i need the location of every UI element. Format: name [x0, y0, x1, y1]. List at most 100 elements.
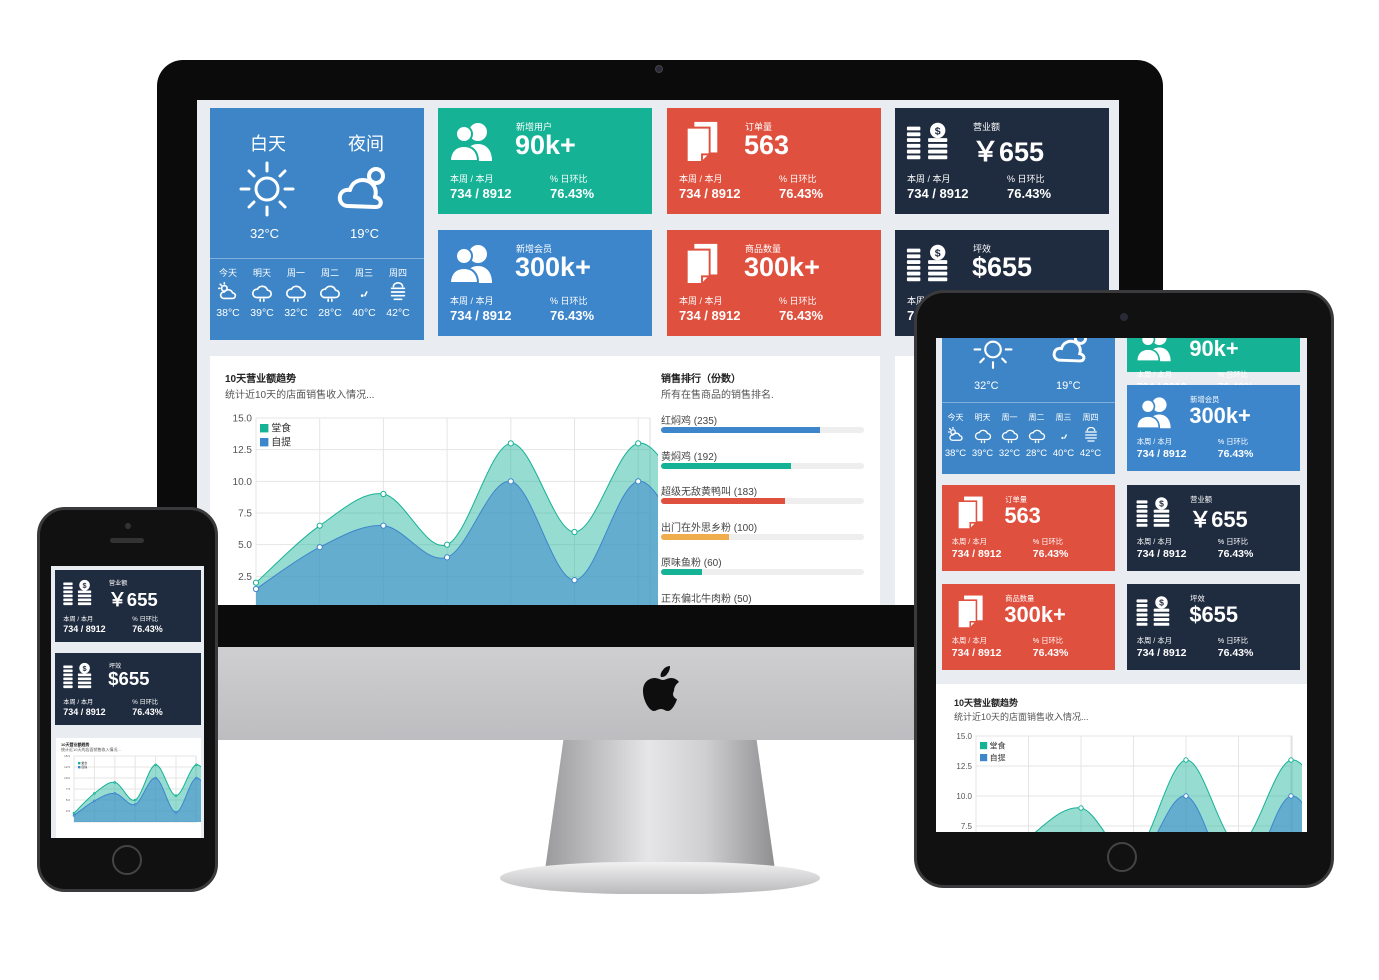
stat-ratio-label: % 日环比 [1217, 635, 1249, 645]
users-icon [1135, 338, 1171, 362]
stat-ratio-value: 76.43% [779, 308, 824, 323]
ranking-bar-track [661, 569, 864, 575]
ranking-bar-track [661, 498, 864, 504]
weather-divider [210, 258, 424, 259]
stat-period-label: 本周 / 本月 [1136, 436, 1172, 446]
sun-icon [973, 340, 1013, 369]
stat-period-label: 本周 / 本月 [907, 174, 951, 184]
stat-ratio-value: 76.43% [1217, 448, 1254, 461]
ranking-title: 销售排行（份数） [661, 374, 741, 385]
stat-ratio-value: 76.43% [132, 706, 163, 717]
data-point [1183, 793, 1189, 799]
rain-icon [1060, 434, 1067, 440]
forecast-day-label: 周一 [286, 268, 305, 278]
users-icon [448, 245, 492, 284]
svg-text:$: $ [82, 664, 86, 673]
document-icon [685, 121, 718, 162]
stat-card-4[interactable]: 新增会员 300k+ 本周 / 本月 734 / 8912% 日环比 76.43% [1127, 385, 1300, 471]
data-point [154, 763, 157, 767]
data-point [154, 776, 157, 780]
legend-label: 自提 [271, 436, 291, 449]
forecast-temp: 42°C [386, 307, 410, 319]
stat-card-1[interactable]: 新增用户90k+本周 / 本月734 / 8912% 日环比76.43% [438, 108, 652, 214]
data-point [133, 798, 137, 802]
stat-card-6[interactable]: $坪效$655本周 / 本月734 / 8912% 日环比76.43% [55, 653, 201, 725]
data-point [635, 440, 642, 447]
stat-ratio-value: 76.43% [1032, 647, 1069, 660]
stat-period-value: 734 / 8912 [63, 623, 106, 634]
iphone-home-button[interactable] [112, 845, 142, 875]
stat-period-label: 本周 / 本月 [679, 174, 723, 184]
stat-value: ￥655 [1189, 506, 1248, 532]
forecast-temp: 38°C [216, 307, 240, 319]
legend-swatch [78, 766, 81, 769]
partly-sunny-icon [947, 426, 963, 441]
y-tick-label: 5.0 [238, 540, 252, 551]
weather-day-label: 白天 [250, 134, 286, 154]
weather-night-label: 夜间 [348, 134, 384, 154]
svg-text:$: $ [1159, 498, 1164, 508]
data-point [72, 814, 76, 817]
forecast-day-label: 周二 [320, 268, 339, 278]
y-tick-label: 12.5 [956, 762, 972, 771]
stat-card-3[interactable]: $ 营业额 ￥655 本周 / 本月 734 / 8912% 日环比 76.43% [55, 570, 201, 642]
forecast-temp: 32°C [284, 307, 308, 319]
imac-stand-neck [545, 740, 775, 870]
y-tick-label: 12.5 [64, 765, 70, 769]
stat-period-value: 734 / 8912 [450, 308, 512, 323]
cloud-icon [1028, 429, 1045, 444]
stat-value: 563 [744, 130, 790, 160]
weather-night-temp: 19°C [1056, 380, 1081, 392]
legend-swatch [980, 754, 988, 762]
stat-period-value: 734 / 8912 [1136, 548, 1187, 561]
stat-ratio-label: % 日环比 [550, 296, 588, 306]
stat-ratio-label: % 日环比 [1217, 536, 1249, 546]
stat-ratio-value: 76.43% [1217, 647, 1254, 660]
stat-card-6[interactable]: $坪效$655本周 / 本月734 / 8912% 日环比76.43% [1127, 584, 1300, 670]
stat-card-3[interactable]: $ 营业额 ￥655 本周 / 本月 734 / 8912% 日环比 76.43% [895, 108, 1109, 214]
stat-period-label: 本周 / 本月 [450, 296, 494, 306]
data-point [133, 803, 137, 806]
ranking-item-label: 红焖鸡 (235) [661, 416, 718, 427]
stat-ratio-label: % 日环比 [550, 174, 588, 184]
y-tick-label: 15.0 [233, 414, 253, 425]
forecast-day-label: 周四 [1082, 413, 1099, 422]
data-point [507, 478, 514, 485]
users-icon [448, 123, 492, 162]
forecast-temp: 28°C [318, 307, 342, 319]
trend-panel: 10天营业额趋势 统计近10天的店面销售收入情况... 15.0 12.5 10.0… [210, 356, 880, 605]
data-point [1288, 757, 1294, 763]
ranking-bar-fill [661, 498, 785, 504]
stat-ratio-value: 76.43% [132, 623, 163, 634]
legend-swatch [78, 762, 81, 765]
stat-card-3[interactable]: $ 营业额 ￥655 本周 / 本月 734 / 8912% 日环比 76.43% [1127, 485, 1300, 571]
trend-chart: 15.012.510.07.55.02.5堂食自提 [64, 754, 201, 823]
stat-card-1[interactable]: 新增用户90k+本周 / 本月734 / 8912% 日环比76.43% [1127, 338, 1300, 393]
data-point [1288, 793, 1294, 799]
data-point [252, 585, 260, 593]
stat-period-value: 734 / 8912 [63, 706, 106, 717]
users-icon [1135, 397, 1171, 429]
stat-ratio-label: % 日环比 [1217, 369, 1249, 379]
coins-icon: $ [1136, 595, 1170, 626]
data-point [316, 522, 323, 529]
y-tick-label: 7.5 [66, 787, 71, 791]
stat-period-value: 734 / 8912 [951, 647, 1002, 660]
data-point [113, 792, 117, 795]
stat-ratio-value: 76.43% [550, 308, 595, 323]
stat-card-2[interactable]: 订单量 563 本周 / 本月 734 / 8912% 日环比 76.43% [667, 108, 881, 214]
data-point [444, 541, 451, 548]
stat-card-4[interactable]: 新增会员 300k+ 本周 / 本月 734 / 8912% 日环比 76.43% [438, 230, 652, 336]
data-point [1078, 805, 1084, 811]
y-tick-label: 15.0 [956, 732, 972, 741]
coins-icon: $ [63, 580, 92, 606]
ipad-weather-card: 32°C 19°C 今天 38°C 明天 39°C 周一 32°C 周二 28°C 周三 40°C… [942, 338, 1115, 474]
stat-card-5[interactable]: 商品数量 300k+ 本周 / 本月 734 / 8912% 日环比 76.43% [942, 584, 1115, 670]
stat-card-5[interactable]: 商品数量 300k+ 本周 / 本月 734 / 8912% 日环比 76.43% [667, 230, 881, 336]
trend-title: 10天营业额趋势 [225, 374, 297, 385]
data-point [174, 794, 178, 797]
ipad-home-button[interactable] [1107, 842, 1137, 872]
stat-value: $655 [972, 252, 1033, 282]
stat-card-2[interactable]: 订单量 563 本周 / 本月 734 / 8912% 日环比 76.43% [942, 485, 1115, 571]
svg-text:$: $ [1159, 597, 1164, 607]
